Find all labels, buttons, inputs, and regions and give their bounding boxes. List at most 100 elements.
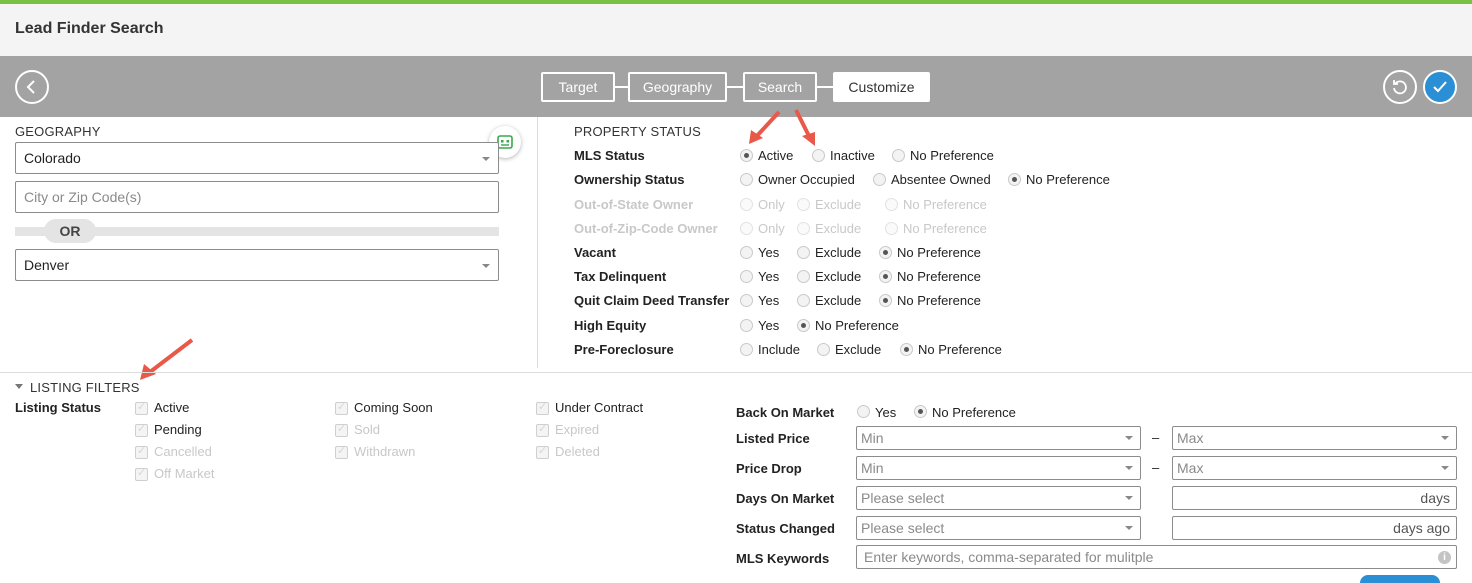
price-drop-label: Price Drop [736,461,802,476]
property-status-radio[interactable] [885,222,898,235]
back-on-market-nopref-label: No Preference [932,405,1016,420]
property-status-radio[interactable] [740,149,753,162]
property-status-radio[interactable] [797,319,810,332]
chevron-down-icon [482,157,490,161]
listing-status-option-label: Cancelled [154,444,212,459]
back-on-market-label: Back On Market [736,405,835,420]
property-status-radio[interactable] [740,270,753,283]
info-icon[interactable]: i [1438,551,1451,564]
property-status-option-label: Exclude [815,269,862,284]
property-status-radio[interactable] [797,198,810,211]
property-status-row-label: MLS Status [574,148,645,163]
property-status-option-label: Include [758,342,800,357]
listing-status-option-label: Off Market [154,466,215,481]
section-divider [0,372,1472,373]
property-status-option-label: Inactive [830,148,875,163]
partial-button[interactable] [1360,575,1440,583]
property-status-option-label: No Preference [918,342,1002,357]
property-status-radio[interactable] [879,294,892,307]
property-status-radio[interactable] [740,246,753,259]
step-customize[interactable]: Customize [833,72,930,102]
mls-keywords-input[interactable]: Enter keywords, comma-separated for muli… [856,545,1457,569]
listing-status-checkbox[interactable] [536,422,549,437]
back-on-market-nopref-radio[interactable] [914,405,927,418]
back-arrow-icon [26,80,35,94]
city-zip-placeholder: City or Zip Code(s) [24,189,142,205]
property-status-option-label: No Preference [910,148,994,163]
state-select-value: Colorado [24,150,81,166]
property-status-radio[interactable] [879,270,892,283]
county-select[interactable]: Denver [15,249,499,281]
property-status-option-label: No Preference [897,245,981,260]
chevron-down-icon [482,264,490,268]
property-status-radio[interactable] [900,343,913,356]
listing-status-checkbox[interactable] [335,422,348,437]
property-status-radio[interactable] [1008,173,1021,186]
listing-status-option-label: Coming Soon [354,400,433,415]
days-on-market-value: Please select [861,490,945,506]
listed-price-min-select[interactable]: Min [856,426,1141,450]
state-select[interactable]: Colorado [15,142,499,174]
status-changed-input[interactable]: days ago [1172,516,1457,540]
listing-status-option-label: Sold [354,422,381,437]
property-status-row-label: Tax Delinquent [574,269,667,284]
listing-status-checkbox[interactable] [135,400,148,415]
property-status-row-label: High Equity [574,318,647,333]
collapse-chevron-icon[interactable] [15,384,23,389]
listing-status-checkbox[interactable] [335,400,348,415]
listing-status-checkbox[interactable] [335,444,348,459]
listing-status-checkbox[interactable] [135,444,148,459]
listing-status-checkbox[interactable] [536,444,549,459]
price-drop-max-select[interactable]: Max [1172,456,1457,480]
step-geography[interactable]: Geography [628,72,727,102]
days-on-market-input[interactable]: days [1172,486,1457,510]
annotation-arrow-icon [749,110,781,144]
property-status-radio[interactable] [797,246,810,259]
confirm-button[interactable] [1423,70,1457,104]
property-status-radio[interactable] [740,294,753,307]
step-search[interactable]: Search [743,72,817,102]
listed-price-max-value: Max [1177,430,1204,446]
property-status-option-label: No Preference [903,197,987,212]
status-changed-select[interactable]: Please select [856,516,1141,540]
property-status-radio[interactable] [740,173,753,186]
step-target[interactable]: Target [541,72,615,102]
property-status-radio[interactable] [812,149,825,162]
property-status-radio[interactable] [740,222,753,235]
property-status-option-label: Yes [758,293,780,308]
property-status-radio[interactable] [797,222,810,235]
city-zip-input[interactable]: City or Zip Code(s) [15,181,499,213]
property-status-radio[interactable] [879,246,892,259]
listing-filters-heading[interactable]: LISTING FILTERS [30,380,140,395]
property-status-option-label: No Preference [897,293,981,308]
property-status-option-label: No Preference [903,221,987,236]
property-status-radio[interactable] [797,294,810,307]
property-status-radio[interactable] [740,198,753,211]
property-status-radio[interactable] [740,343,753,356]
property-status-radio[interactable] [892,149,905,162]
back-on-market-yes-radio[interactable] [857,405,870,418]
property-status-option-label: Yes [758,269,780,284]
listed-price-max-select[interactable]: Max [1172,426,1457,450]
days-unit: days [1420,490,1450,506]
page-title: Lead Finder Search [15,20,164,37]
reset-button[interactable] [1383,70,1417,104]
property-status-radio[interactable] [740,319,753,332]
property-status-radio[interactable] [873,173,886,186]
property-status-radio[interactable] [817,343,830,356]
days-on-market-label: Days On Market [736,491,835,506]
listing-status-checkbox[interactable] [135,466,148,481]
step-connector [817,86,833,88]
property-status-radio[interactable] [797,270,810,283]
days-on-market-select[interactable]: Please select [856,486,1141,510]
back-button[interactable] [15,70,49,104]
property-status-row-label: Out-of-Zip-Code Owner [574,221,718,236]
property-status-row-label: Ownership Status [574,172,685,187]
reset-icon [1393,80,1407,95]
listing-status-label: Listing Status [15,400,101,415]
property-status-radio[interactable] [885,198,898,211]
listing-status-checkbox[interactable] [536,400,549,415]
step-target-label: Target [558,79,598,95]
listing-status-checkbox[interactable] [135,422,148,437]
price-drop-min-select[interactable]: Min [856,456,1141,480]
